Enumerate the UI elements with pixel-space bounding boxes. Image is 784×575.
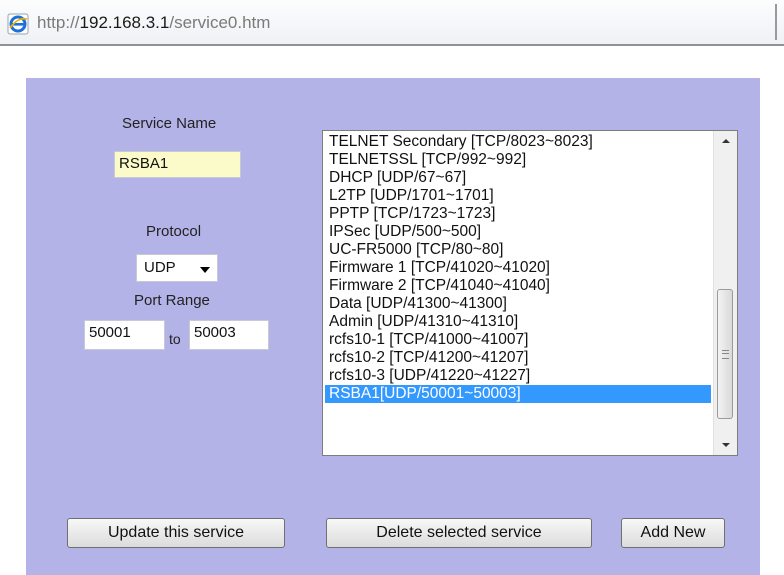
url-host: 192.168.3.1 xyxy=(79,13,170,32)
service-option[interactable]: PPTP [TCP/1723~1723] xyxy=(325,205,711,223)
service-option[interactable]: DHCP [UDP/67~67] xyxy=(325,169,711,187)
service-option[interactable]: rcfs10-1 [TCP/41000~41007] xyxy=(325,331,711,349)
service-panel: Service Name RSBA1 Protocol UDP Port Ran… xyxy=(26,78,760,575)
ie-page-icon xyxy=(7,13,29,35)
port-from-input[interactable]: 50001 xyxy=(84,320,165,350)
scroll-up-arrow-icon[interactable] xyxy=(714,131,737,151)
service-option[interactable]: Admin [UDP/41310~41310] xyxy=(325,313,711,331)
service-name-input[interactable]: RSBA1 xyxy=(114,151,241,178)
url-path: /service0.htm xyxy=(169,13,271,32)
scroll-down-arrow-icon[interactable] xyxy=(714,435,737,455)
delete-service-button[interactable]: Delete selected service xyxy=(326,518,592,548)
service-option[interactable]: UC-FR5000 [TCP/80~80] xyxy=(325,241,711,259)
update-service-button[interactable]: Update this service xyxy=(67,518,285,548)
address-url[interactable]: http://192.168.3.1/service0.htm xyxy=(37,13,270,33)
service-option[interactable]: Firmware 1 [TCP/41020~41020] xyxy=(325,259,711,277)
add-new-button[interactable]: Add New xyxy=(621,518,725,548)
service-option[interactable]: RSBA1[UDP/50001~50003] xyxy=(325,385,711,403)
service-option[interactable]: rcfs10-3 [UDP/41220~41227] xyxy=(325,367,711,385)
address-bar-divider xyxy=(775,4,777,40)
url-prefix: http:// xyxy=(37,13,80,32)
service-option[interactable]: Firmware 2 [TCP/41040~41040] xyxy=(325,277,711,295)
scrollbar-thumb[interactable] xyxy=(717,289,733,419)
service-option[interactable]: TELNET Secondary [TCP/8023~8023] xyxy=(325,133,711,151)
address-bar: http://192.168.3.1/service0.htm xyxy=(0,0,784,46)
to-label: to xyxy=(169,331,181,347)
service-option[interactable]: L2TP [UDP/1701~1701] xyxy=(325,187,711,205)
chevron-down-icon xyxy=(200,267,210,273)
service-listbox[interactable]: TELNET Secondary [TCP/8023~8023] TELNETSS… xyxy=(322,130,738,456)
listbox-scrollbar[interactable] xyxy=(713,131,737,455)
protocol-label: Protocol xyxy=(146,223,202,240)
service-option[interactable]: IPSec [UDP/500~500] xyxy=(325,223,711,241)
protocol-select[interactable]: UDP xyxy=(136,254,218,282)
service-option[interactable]: Data [UDP/41300~41300] xyxy=(325,295,711,313)
port-range-label: Port Range xyxy=(134,292,210,309)
service-options: TELNET Secondary [TCP/8023~8023] TELNETSS… xyxy=(325,133,711,403)
protocol-value: UDP xyxy=(144,259,176,276)
service-option[interactable]: rcfs10-2 [TCP/41200~41207] xyxy=(325,349,711,367)
port-to-input[interactable]: 50003 xyxy=(189,320,269,350)
grip-icon xyxy=(722,350,729,359)
service-name-label: Service Name xyxy=(122,115,217,132)
service-option[interactable]: TELNETSSL [TCP/992~992] xyxy=(325,151,711,169)
